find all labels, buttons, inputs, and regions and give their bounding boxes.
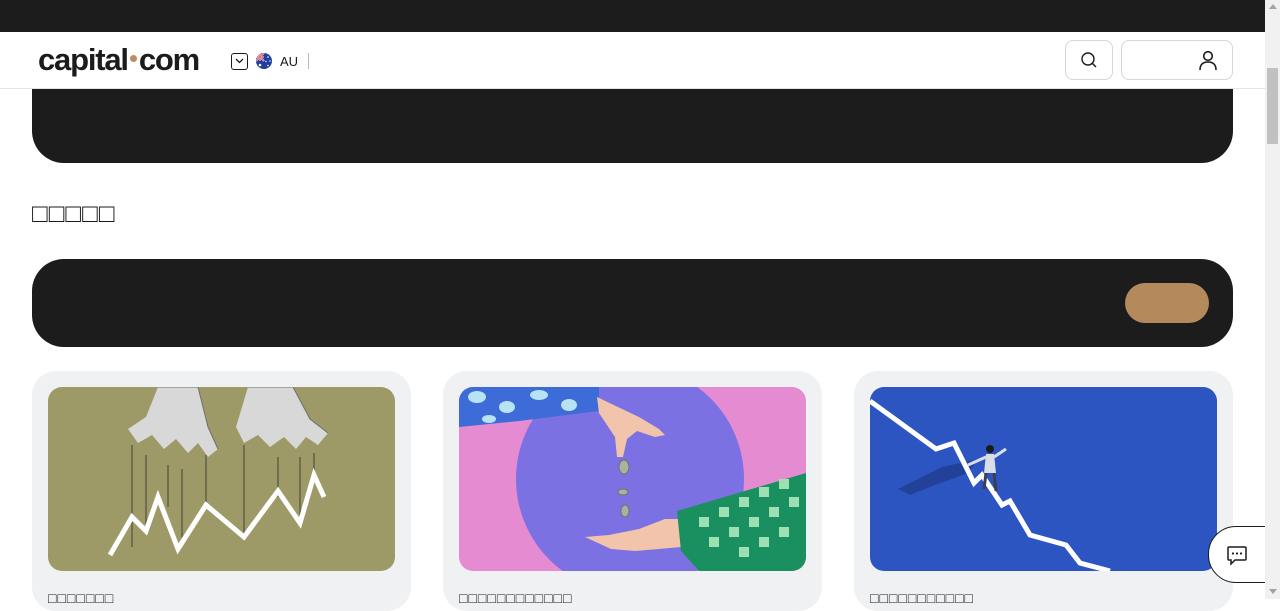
scrollbar-thumb[interactable] bbox=[1267, 68, 1278, 144]
chevron-down-icon[interactable] bbox=[231, 52, 248, 70]
hero-panel bbox=[32, 89, 1233, 163]
article-card[interactable]: □□□□□□□□□□□ bbox=[854, 371, 1233, 611]
chat-icon bbox=[1227, 545, 1247, 566]
top-bar bbox=[0, 0, 1265, 32]
capital-com-logo[interactable]: capital com bbox=[38, 42, 200, 78]
logo-dot bbox=[129, 55, 137, 63]
article-card[interactable]: □□□□□□□ bbox=[32, 371, 411, 611]
site-header: capital com AU bbox=[0, 32, 1265, 89]
region-selector[interactable]: AU bbox=[231, 51, 310, 71]
account-button[interactable] bbox=[1121, 40, 1233, 80]
article-card[interactable]: □□□□□□□□□□□□ bbox=[443, 371, 822, 611]
region-divider bbox=[308, 53, 310, 69]
chat-button[interactable] bbox=[1208, 526, 1268, 583]
logo-text-left: capital bbox=[38, 42, 129, 77]
region-code: AU bbox=[280, 53, 299, 69]
promo-banner bbox=[32, 259, 1233, 347]
logo-text-right: com bbox=[138, 42, 200, 77]
card-image-walking-line bbox=[870, 387, 1217, 571]
card-image-coins-hands bbox=[459, 387, 806, 571]
user-icon bbox=[1199, 50, 1217, 71]
australia-flag-icon bbox=[256, 53, 272, 69]
card-caption: □□□□□□□□□□□ bbox=[870, 590, 975, 606]
card-caption: □□□□□□□□□□□□ bbox=[459, 590, 573, 606]
scroll-down-arrow-icon[interactable] bbox=[1269, 589, 1277, 594]
page-scrollbar[interactable] bbox=[1265, 0, 1280, 599]
scroll-up-arrow-icon[interactable] bbox=[1269, 4, 1277, 9]
card-caption: □□□□□□□ bbox=[48, 590, 115, 606]
search-button[interactable] bbox=[1065, 40, 1113, 80]
section-title: □□□□□ bbox=[32, 198, 116, 228]
search-icon bbox=[1081, 52, 1097, 68]
card-image-puppet-hands bbox=[48, 387, 395, 571]
banner-cta-button[interactable] bbox=[1125, 283, 1209, 323]
